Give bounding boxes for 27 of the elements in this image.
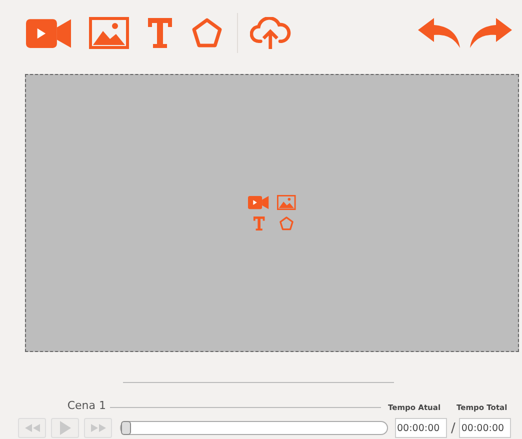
toolbar-button[interactable] (191, 17, 224, 49)
toolbar-button[interactable] (418, 18, 460, 48)
image-icon (276, 195, 296, 210)
pentagon-icon (191, 17, 224, 49)
play-icon (60, 421, 70, 435)
text-icon (147, 17, 174, 49)
image-icon (89, 17, 130, 49)
undo-icon (418, 18, 460, 48)
rewind-icon (24, 424, 40, 432)
slider-thumb[interactable] (121, 421, 131, 435)
total-time-field[interactable]: 00:00:00 (459, 418, 512, 438)
toolbar-button[interactable] (147, 17, 174, 49)
current-time-field[interactable]: 00:00:00 (395, 418, 447, 438)
forward-icon (90, 424, 106, 432)
toolbar-button[interactable] (470, 18, 512, 48)
toolbar-button[interactable] (26, 16, 72, 50)
video-camera-icon (26, 16, 72, 50)
toolbar-button[interactable] (89, 17, 130, 49)
text-icon (252, 216, 265, 231)
video-camera-icon (248, 195, 269, 210)
scene-label: Cena 1 (66, 399, 107, 413)
toolbar-button[interactable] (250, 16, 292, 50)
redo-icon (470, 18, 512, 48)
pentagon-icon (278, 216, 294, 231)
timeline-slider[interactable] (120, 421, 388, 435)
time-separator: / (451, 420, 456, 436)
cloud-upload-icon (250, 16, 292, 50)
